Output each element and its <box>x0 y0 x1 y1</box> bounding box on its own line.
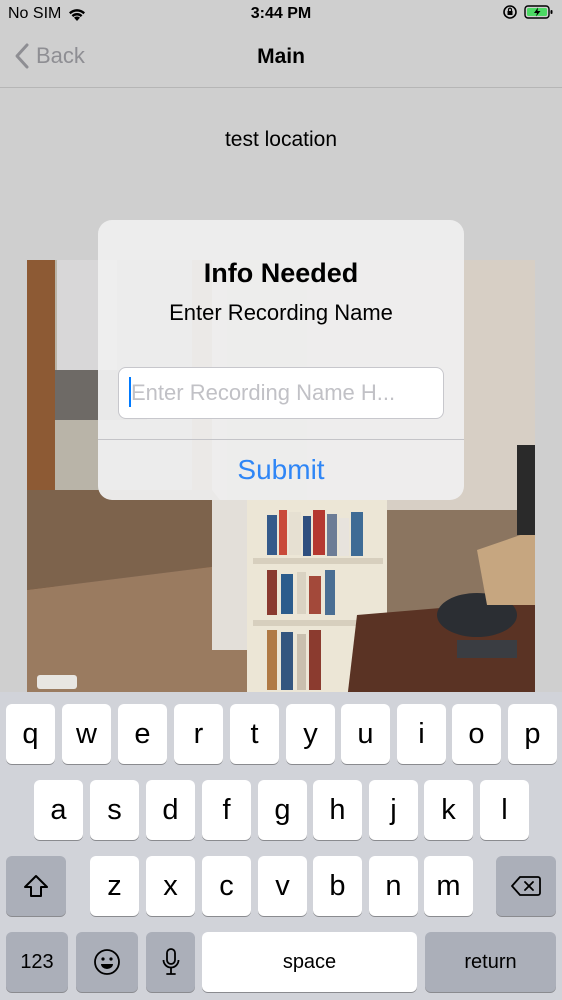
alert-title: Info Needed <box>203 258 359 288</box>
dictation-key[interactable] <box>146 932 195 992</box>
key-m[interactable]: m <box>424 856 473 916</box>
key-q[interactable]: q <box>6 704 55 764</box>
key-o[interactable]: o <box>452 704 501 764</box>
emoji-key[interactable] <box>76 932 138 992</box>
shift-key[interactable] <box>6 856 66 916</box>
key-b[interactable]: b <box>313 856 362 916</box>
location-label: test location <box>224 128 338 151</box>
status-time: 3:44 PM <box>250 5 312 22</box>
key-i[interactable]: i <box>397 704 446 764</box>
space-key[interactable]: space <box>202 932 417 992</box>
keyboard: q w e r t y u i o p a s d f g h j k l z … <box>0 692 562 1000</box>
battery-charging-icon <box>524 5 553 19</box>
alert-message: Enter Recording Name <box>169 300 393 325</box>
key-n[interactable]: n <box>369 856 418 916</box>
key-l[interactable]: l <box>480 780 529 840</box>
key-y[interactable]: y <box>286 704 335 764</box>
microphone-icon <box>162 948 179 975</box>
key-k[interactable]: k <box>424 780 473 840</box>
delete-key[interactable] <box>496 856 556 916</box>
return-key[interactable]: return <box>425 932 556 992</box>
key-v[interactable]: v <box>258 856 307 916</box>
key-h[interactable]: h <box>313 780 362 840</box>
key-d[interactable]: d <box>146 780 195 840</box>
page-title: Main <box>257 45 305 68</box>
navigation-bar: Back Main <box>0 30 562 88</box>
alert-dialog: Info Needed Enter Recording Name Submit <box>98 220 464 500</box>
key-z[interactable]: z <box>90 856 139 916</box>
shift-icon <box>24 875 48 897</box>
key-a[interactable]: a <box>34 780 83 840</box>
numbers-key[interactable]: 123 <box>6 932 68 992</box>
key-g[interactable]: g <box>258 780 307 840</box>
key-p[interactable]: p <box>508 704 557 764</box>
key-r[interactable]: r <box>174 704 223 764</box>
text-caret <box>129 377 131 407</box>
emoji-icon <box>94 949 120 975</box>
key-t[interactable]: t <box>230 704 279 764</box>
key-j[interactable]: j <box>369 780 418 840</box>
key-s[interactable]: s <box>90 780 139 840</box>
recording-name-input[interactable] <box>118 367 444 419</box>
key-w[interactable]: w <box>62 704 111 764</box>
submit-button[interactable]: Submit <box>98 440 464 500</box>
key-c[interactable]: c <box>202 856 251 916</box>
key-u[interactable]: u <box>341 704 390 764</box>
status-bar: No SIM 3:44 PM <box>0 0 562 30</box>
status-right <box>502 4 554 20</box>
key-f[interactable]: f <box>202 780 251 840</box>
backspace-icon <box>511 876 541 896</box>
orientation-lock-icon <box>503 5 517 19</box>
key-e[interactable]: e <box>118 704 167 764</box>
key-x[interactable]: x <box>146 856 195 916</box>
